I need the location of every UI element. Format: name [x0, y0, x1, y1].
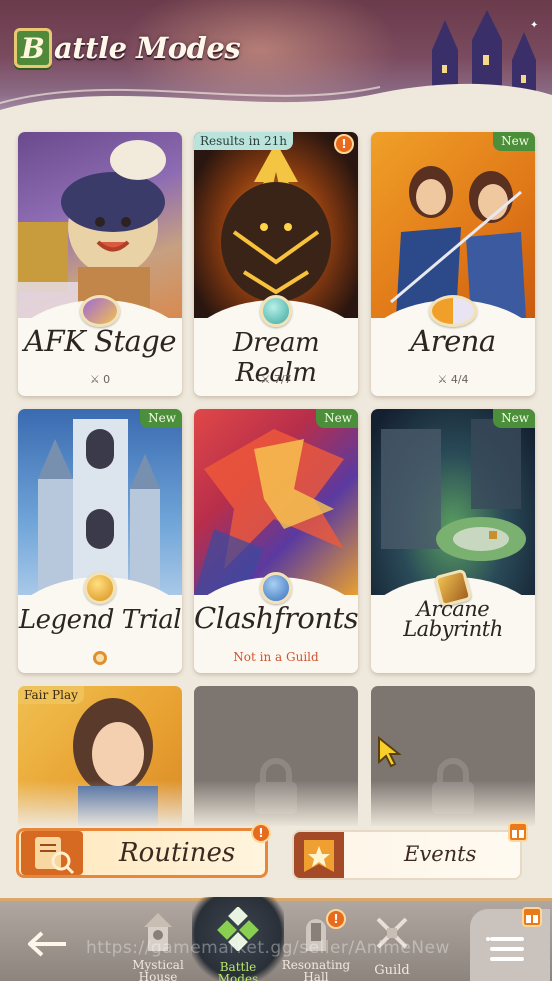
page-title: B attle Modes [14, 28, 241, 68]
ruins-icon [381, 419, 526, 561]
card-title: Arcane Labyrinth [371, 597, 535, 641]
new-badge: New [493, 409, 535, 428]
cursor-pointer-icon [378, 736, 402, 768]
guild-status: Not in a Guild [233, 650, 319, 664]
header-banner: ✦ B attle Modes [0, 0, 552, 125]
card-title: Arena [410, 324, 496, 358]
header-wave [0, 83, 552, 125]
nav-label: Battle Modes [217, 960, 259, 981]
card-title: AFK Stage [24, 324, 176, 358]
tower-icon [38, 419, 160, 595]
water-gem-icon [260, 295, 292, 327]
svg-text:✦: ✦ [530, 20, 538, 31]
arena-art [371, 132, 535, 318]
events-label: Events [404, 842, 477, 866]
alert-icon: ! [334, 134, 354, 154]
menu-icon [486, 937, 524, 961]
gift-icon [508, 822, 528, 842]
card-progress: ⚔ 7/7 [260, 373, 292, 386]
card-title: Clashfronts [194, 601, 358, 635]
mode-card-clashfronts[interactable]: New Clashfronts Not in a Guild [194, 409, 358, 673]
title-badge: B [14, 28, 52, 68]
menu-button[interactable] [470, 907, 550, 981]
dream-realm-boss-icon [221, 142, 331, 302]
card-progress: ⚔ 0 [89, 373, 111, 386]
page-title-text: attle Modes [54, 31, 241, 65]
events-button[interactable]: Events [292, 822, 528, 880]
mode-card-afk-stage[interactable]: AFK Stage ⚔ 0 [18, 132, 182, 396]
dragon-icon [194, 429, 344, 595]
events-icon [294, 832, 344, 878]
alert-icon: ! [326, 909, 346, 929]
routines-icon [21, 831, 83, 875]
card-progress: ⚔ 4/4 [437, 373, 469, 386]
arcane-labyrinth-art [371, 409, 535, 595]
results-timer-badge: Results in 21h [194, 132, 294, 150]
nav-label: Guild [374, 963, 410, 978]
dream-realm-art [194, 132, 358, 318]
afk-mascot-icon [18, 140, 166, 318]
back-arrow-icon[interactable] [26, 929, 70, 959]
nav-label: Hall [303, 970, 329, 981]
fair-play-badge: Fair Play [18, 686, 84, 704]
watermark-text: https://gamemarket.gg/seller/AnimeNew [86, 938, 450, 958]
new-badge: New [493, 132, 535, 151]
legend-gem-icon [84, 572, 116, 604]
legend-trial-art [18, 409, 182, 595]
card-title: Legend Trial [18, 605, 182, 635]
new-badge: New [316, 409, 358, 428]
afk-stage-art [18, 132, 182, 318]
guild-crest-icon [260, 572, 292, 604]
mode-card-arcane-labyrinth[interactable]: New Arcane Labyrinth [371, 409, 535, 673]
card-title-line2: Labyrinth [403, 617, 503, 641]
legend-emblem-icon [18, 651, 182, 668]
gift-icon [522, 907, 542, 927]
nav-label: House [138, 970, 178, 981]
mode-card-dream-realm[interactable]: Results in 21h ! Dream Realm ⚔ 7/7 [194, 132, 358, 396]
mode-card-arena[interactable]: New Arena ⚔ 4/4 [371, 132, 535, 396]
mode-card-legend-trial[interactable]: New Legend Trial [18, 409, 182, 673]
new-badge: New [140, 409, 182, 428]
clashfronts-art [194, 409, 358, 595]
alert-icon: ! [251, 823, 271, 843]
routines-button[interactable]: Routines ! [16, 823, 271, 878]
arena-heroes-icon [390, 166, 526, 318]
arena-medal-icon [429, 295, 477, 327]
routines-label: Routines [119, 838, 236, 868]
card-title-line1: Arcane [416, 597, 490, 621]
afk-rewards-icon [80, 295, 120, 327]
